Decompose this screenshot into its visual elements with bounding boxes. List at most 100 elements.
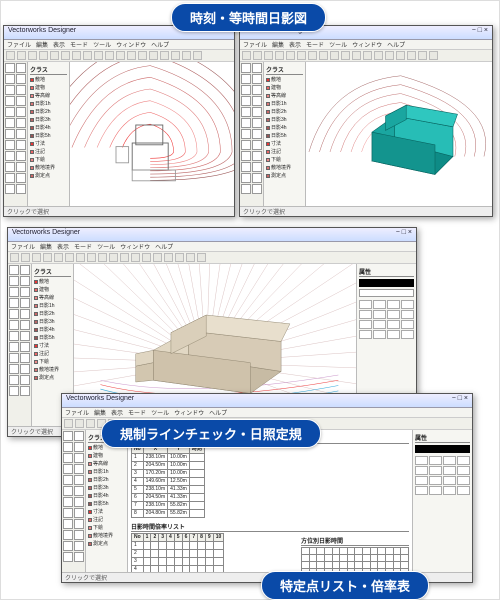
layer-row[interactable]: 建物 xyxy=(266,84,303,91)
tool-button[interactable] xyxy=(74,475,84,485)
menu-item[interactable]: 表示 xyxy=(53,40,65,49)
palette-button[interactable] xyxy=(457,466,470,475)
tool-button[interactable] xyxy=(63,486,73,496)
layer-row[interactable]: 日影5h xyxy=(30,132,67,139)
palette-button[interactable] xyxy=(457,486,470,495)
tool-button[interactable] xyxy=(16,85,26,95)
layer-row[interactable]: 寸法 xyxy=(266,140,303,147)
palette-button[interactable] xyxy=(401,300,414,309)
tool-button[interactable] xyxy=(241,173,251,183)
menu-item[interactable]: ツール xyxy=(93,40,111,49)
toolbar-button[interactable] xyxy=(418,51,427,60)
tool-button[interactable] xyxy=(63,552,73,562)
tool-button[interactable] xyxy=(252,85,262,95)
menu-item[interactable]: ファイル xyxy=(11,242,35,251)
layer-row[interactable]: 測定点 xyxy=(30,172,67,179)
menu-item[interactable]: ファイル xyxy=(7,40,31,49)
palette-button[interactable] xyxy=(429,486,442,495)
layer-row[interactable]: 日影3h xyxy=(266,116,303,123)
layer-row[interactable]: 敷地境界 xyxy=(266,164,303,171)
tool-button[interactable] xyxy=(74,442,84,452)
toolbar-button[interactable] xyxy=(171,51,180,60)
tool-button[interactable] xyxy=(5,118,15,128)
toolbar-button[interactable] xyxy=(28,51,37,60)
menu-item[interactable]: 表示 xyxy=(289,40,301,49)
layer-row[interactable]: 日影4h xyxy=(30,124,67,131)
tool-button[interactable] xyxy=(252,74,262,84)
tool-button[interactable] xyxy=(20,342,30,352)
layer-row[interactable]: 日影4h xyxy=(34,326,71,333)
attribute-panel[interactable]: 属性 xyxy=(412,430,472,572)
tool-button[interactable] xyxy=(9,353,19,363)
menu-item[interactable]: 編集 xyxy=(272,40,284,49)
toolbar-button[interactable] xyxy=(94,51,103,60)
tool-button[interactable] xyxy=(5,162,15,172)
toolbar-button[interactable] xyxy=(75,419,84,428)
tool-button[interactable] xyxy=(5,74,15,84)
palette-button[interactable] xyxy=(373,300,386,309)
layer-row[interactable]: 日影2h xyxy=(266,108,303,115)
tool-button[interactable] xyxy=(5,173,15,183)
toolbar-button[interactable] xyxy=(275,51,284,60)
tool-button[interactable] xyxy=(252,151,262,161)
palette-button[interactable] xyxy=(373,320,386,329)
toolbar-button[interactable] xyxy=(308,51,317,60)
window-controls[interactable]: − □ × xyxy=(452,395,468,406)
toolbox[interactable] xyxy=(4,62,28,206)
tool-button[interactable] xyxy=(74,530,84,540)
tool-button[interactable] xyxy=(20,276,30,286)
toolbar-button[interactable] xyxy=(142,253,151,262)
layer-row[interactable]: 測定点 xyxy=(88,540,125,547)
layer-row[interactable]: 注記 xyxy=(266,148,303,155)
toolbar-button[interactable] xyxy=(175,253,184,262)
menu-item[interactable]: モード xyxy=(128,408,146,417)
tool-button[interactable] xyxy=(241,118,251,128)
tool-button[interactable] xyxy=(16,151,26,161)
layer-row[interactable]: 日影2h xyxy=(30,108,67,115)
tool-button[interactable] xyxy=(63,453,73,463)
toolbar-button[interactable] xyxy=(105,51,114,60)
layer-row[interactable]: 日影4h xyxy=(266,124,303,131)
tool-button[interactable] xyxy=(9,386,19,396)
layer-row[interactable]: 日影1h xyxy=(30,100,67,107)
layer-row[interactable]: 注記 xyxy=(30,148,67,155)
tool-button[interactable] xyxy=(20,364,30,374)
tool-button[interactable] xyxy=(241,140,251,150)
layer-row[interactable]: 建物 xyxy=(34,286,71,293)
toolbar-button[interactable] xyxy=(193,51,202,60)
toolbar-button[interactable] xyxy=(253,51,262,60)
toolbar-button[interactable] xyxy=(87,253,96,262)
tool-button[interactable] xyxy=(5,85,15,95)
tool-button[interactable] xyxy=(16,74,26,84)
palette-button[interactable] xyxy=(401,310,414,319)
tool-button[interactable] xyxy=(20,287,30,297)
tool-button[interactable] xyxy=(241,107,251,117)
layer-row[interactable]: 日影5h xyxy=(34,334,71,341)
tool-button[interactable] xyxy=(5,129,15,139)
menu-item[interactable]: モード xyxy=(74,242,92,251)
toolbar-button[interactable] xyxy=(76,253,85,262)
palette-button[interactable] xyxy=(415,486,428,495)
layer-row[interactable]: 日影5h xyxy=(266,132,303,139)
tool-button[interactable] xyxy=(16,107,26,117)
toolbar-button[interactable] xyxy=(286,51,295,60)
layer-row[interactable]: 日影1h xyxy=(34,302,71,309)
toolbar-button[interactable] xyxy=(138,51,147,60)
tool-button[interactable] xyxy=(74,508,84,518)
tool-button[interactable] xyxy=(9,364,19,374)
layer-row[interactable]: 日影1h xyxy=(266,100,303,107)
swatch-white[interactable] xyxy=(359,289,414,297)
toolbar[interactable] xyxy=(8,252,416,264)
toolbar-button[interactable] xyxy=(43,253,52,262)
toolbar-button[interactable] xyxy=(319,51,328,60)
toolbar-button[interactable] xyxy=(197,253,206,262)
palette-button[interactable] xyxy=(415,456,428,465)
tool-button[interactable] xyxy=(63,530,73,540)
layer-row[interactable]: 下絵 xyxy=(88,524,125,531)
palette-button[interactable] xyxy=(443,486,456,495)
toolbar-button[interactable] xyxy=(374,51,383,60)
tool-button[interactable] xyxy=(74,486,84,496)
toolbar-button[interactable] xyxy=(149,51,158,60)
tool-button[interactable] xyxy=(16,184,26,194)
tool-button[interactable] xyxy=(74,519,84,529)
